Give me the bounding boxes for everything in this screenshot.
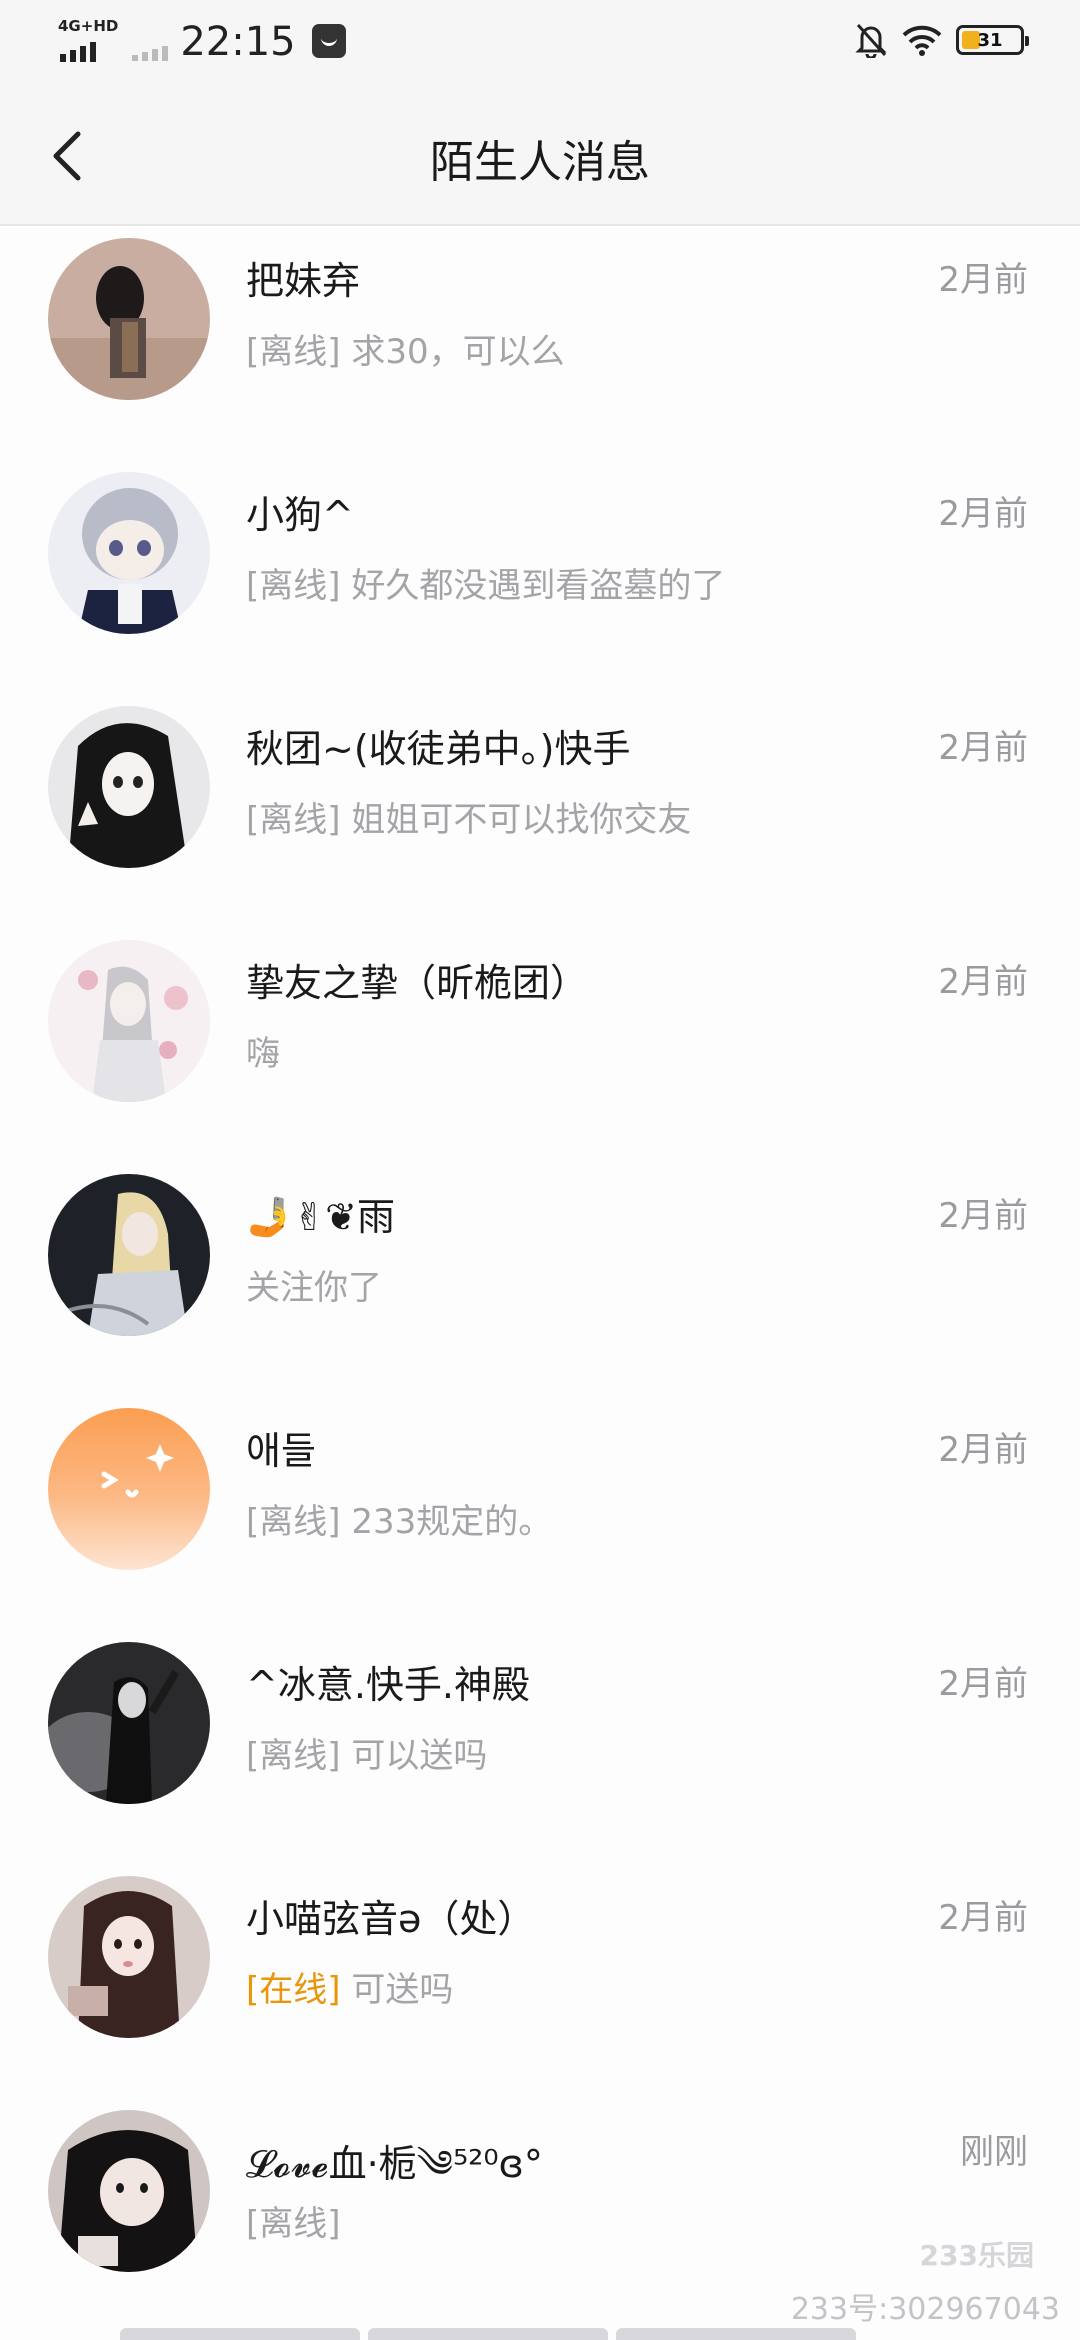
contact-name: 挚友之挚（昕桅团） [246,961,589,1005]
avatar[interactable] [48,1876,210,2038]
conversation-row[interactable]: 挚友之挚（昕桅团） 2月前 嗨 [0,930,1080,1164]
message-time: 2月前 [938,1430,1028,1470]
mute-bell-icon [855,23,887,58]
contact-name: 把妹弃 [246,259,361,303]
avatar[interactable] [48,2110,210,2272]
message-preview: 嗨 [246,1026,280,1075]
message-preview: [离线] 求30，可以么 [246,324,565,373]
top-navigation-bar: 陌生人消息 [0,86,1080,226]
message-time: 2月前 [938,494,1028,534]
avatar[interactable] [48,1642,210,1804]
message-time: 2月前 [938,728,1028,768]
signal-2-icon [132,46,169,61]
conversation-row[interactable]: 秋团~(收徒弟中。)快手 2月前 [离线] 姐姐可不可以找你交友 [0,696,1080,930]
conversation-row[interactable]: 🤳✌❦雨 2月前 关注你了 [0,1164,1080,1398]
message-time: 2月前 [938,260,1028,300]
conversation-row[interactable]: 애들 2月前 [离线] 233规定的。 [0,1398,1080,1632]
message-time: 2月前 [938,1898,1028,1938]
contact-name: 애들 [246,1429,316,1473]
contact-name: 小狗^ [246,493,354,537]
avatar[interactable] [48,238,210,400]
signal-icon [60,42,118,62]
status-tag: [离线] [246,800,341,840]
avatar[interactable] [48,1174,210,1336]
watermark-id: 233号:302967043 [790,2292,1060,2327]
message-time: 2月前 [938,1196,1028,1236]
message-time: 2月前 [938,962,1028,1002]
message-preview: [离线] [246,2196,341,2245]
contact-name: 秋团~(收徒弟中。)快手 [246,727,631,771]
preview-text: 嗨 [246,1034,280,1074]
clock: 22:15 [180,19,296,65]
message-time: 刚刚 [960,2132,1028,2172]
bottom-edge [120,2328,856,2340]
preview-text: 233规定的。 [340,1502,553,1542]
network-badge: 4G+HD [58,18,118,62]
conversation-row[interactable]: 小喵弦音ə（处） 2月前 [在线] 可送吗 [0,1866,1080,2100]
status-bar: 4G+HD 22:15 31 [0,0,1080,86]
message-time: 2月前 [938,1664,1028,1704]
contact-name: 小喵弦音ə（处） [246,1897,536,1941]
message-preview: 关注你了 [246,1260,382,1309]
preview-text: 关注你了 [246,1268,382,1308]
preview-text: 求30，可以么 [340,332,565,372]
avatar[interactable] [48,706,210,868]
message-preview: [离线] 可以送吗 [246,1728,487,1777]
battery-level: 31 [977,29,1003,51]
status-tag: [离线] [246,332,341,372]
status-tag: [在线] [246,1970,341,2010]
conversation-row[interactable]: 小狗^ 2月前 [离线] 好久都没遇到看盗墓的了 [0,462,1080,696]
status-tag: [离线] [246,2204,341,2244]
conversation-row[interactable]: 把妹弃 2月前 [离线] 求30，可以么 [0,228,1080,462]
page-title: 陌生人消息 [430,137,650,188]
preview-text: 好久都没遇到看盗墓的了 [340,566,726,606]
message-icon [311,24,346,58]
conversation-list: 把妹弃 2月前 [离线] 求30，可以么 小狗^ 2月前 [离线] 好久都没遇到… [0,228,1080,2334]
preview-text: 可送吗 [340,1970,454,2010]
contact-name: 🤳✌❦雨 [246,1195,395,1239]
avatar[interactable] [48,1408,210,1570]
status-tag: [离线] [246,1736,341,1776]
wifi-icon [902,25,942,56]
conversation-row[interactable]: ^冰意.快手.神殿 2月前 [离线] 可以送吗 [0,1632,1080,1866]
message-preview: [离线] 233规定的。 [246,1494,552,1543]
avatar[interactable] [48,472,210,634]
preview-text: 可以送吗 [340,1736,488,1776]
battery-icon: 31 [956,25,1029,55]
message-preview: [离线] 姐姐可不可以找你交友 [246,792,691,841]
preview-text: 姐姐可不可以找你交友 [340,800,692,840]
status-tag: [离线] [246,1502,341,1542]
contact-name: ^冰意.快手.神殿 [246,1663,530,1707]
message-preview: [在线] 可送吗 [246,1962,453,2011]
avatar[interactable] [48,940,210,1102]
message-preview: [离线] 好久都没遇到看盗墓的了 [246,558,725,607]
status-tag: [离线] [246,566,341,606]
watermark-logo: 233乐园 [919,2239,1034,2272]
